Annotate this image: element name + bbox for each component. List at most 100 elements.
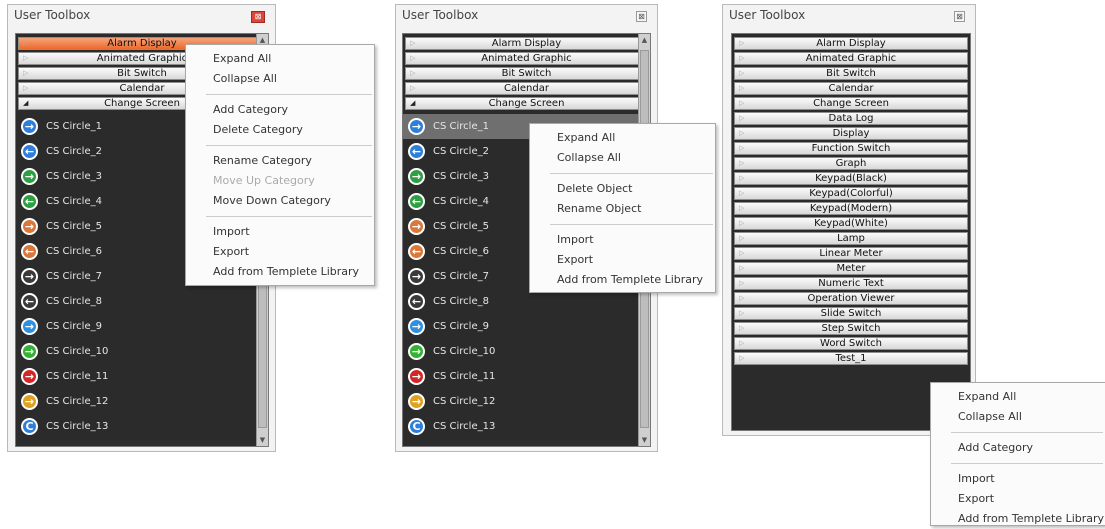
category-label: Change Screen bbox=[488, 98, 565, 109]
object-item[interactable]: → CS Circle_11 bbox=[16, 364, 268, 389]
menu-item-rename-category[interactable]: Rename Category bbox=[186, 151, 374, 171]
category-numeric-text[interactable]: ▷ Numeric Text bbox=[734, 277, 968, 290]
scroll-down-icon[interactable]: ▼ bbox=[639, 436, 650, 444]
category-animated-graphic[interactable]: ▷ Animated Graphic bbox=[405, 52, 648, 65]
menu-item-export[interactable]: Export bbox=[931, 489, 1105, 509]
category-label: Change Screen bbox=[813, 98, 889, 109]
circle-arrow-icon: → bbox=[408, 168, 425, 185]
category-display[interactable]: ▷ Display bbox=[734, 127, 968, 140]
category-operation-viewer[interactable]: ▷ Operation Viewer bbox=[734, 292, 968, 305]
category-graph[interactable]: ▷ Graph bbox=[734, 157, 968, 170]
menu-item-add-category[interactable]: Add Category bbox=[931, 438, 1105, 458]
category-data-log[interactable]: ▷ Data Log bbox=[734, 112, 968, 125]
category-animated-graphic[interactable]: ▷ Animated Graphic bbox=[734, 52, 968, 65]
category-label: Bit Switch bbox=[117, 68, 167, 79]
category-change-screen[interactable]: ▷ Change Screen bbox=[734, 97, 968, 110]
category-meter[interactable]: ▷ Meter bbox=[734, 262, 968, 275]
category-step-switch[interactable]: ▷ Step Switch bbox=[734, 322, 968, 335]
menu-item-export[interactable]: Export bbox=[186, 242, 374, 262]
context-menu-object: Expand All Collapse All Delete Object Renam… bbox=[529, 123, 716, 293]
menu-item-import[interactable]: Import bbox=[186, 222, 374, 242]
object-label: CS Circle_11 bbox=[433, 371, 496, 382]
menu-item-add-category[interactable]: Add Category bbox=[186, 100, 374, 120]
object-label: CS Circle_13 bbox=[46, 421, 109, 432]
circle-arrow-icon: → bbox=[21, 118, 38, 135]
object-item[interactable]: C CS Circle_13 bbox=[403, 414, 650, 439]
object-label: CS Circle_7 bbox=[433, 271, 489, 282]
category-label: Keypad(Black) bbox=[815, 173, 887, 184]
menu-item-move-down-category[interactable]: Move Down Category bbox=[186, 191, 374, 211]
menu-item-collapse-all[interactable]: Collapse All bbox=[530, 148, 715, 168]
category-slide-switch[interactable]: ▷ Slide Switch bbox=[734, 307, 968, 320]
category-bit-switch[interactable]: ▷ Bit Switch bbox=[734, 67, 968, 80]
circle-arrow-icon: ← bbox=[21, 193, 38, 210]
object-item[interactable]: → CS Circle_9 bbox=[403, 314, 650, 339]
object-item[interactable]: → CS Circle_12 bbox=[16, 389, 268, 414]
object-label: CS Circle_2 bbox=[46, 146, 102, 157]
scroll-up-icon[interactable]: ▲ bbox=[639, 36, 650, 44]
context-menu-toolbox: Expand All Collapse All Add Category Import… bbox=[930, 382, 1105, 526]
category-keypad-colorful[interactable]: ▷ Keypad(Colorful) bbox=[734, 187, 968, 200]
menu-item-expand-all[interactable]: Expand All bbox=[186, 49, 374, 69]
collapsed-arrow-icon: ▷ bbox=[23, 39, 29, 47]
close-icon[interactable]: ⊠ bbox=[954, 11, 965, 22]
object-item[interactable]: C CS Circle_13 bbox=[16, 414, 268, 439]
expanded-arrow-icon: ◢ bbox=[23, 99, 29, 107]
menu-item-expand-all[interactable]: Expand All bbox=[931, 387, 1105, 407]
category-label: Bit Switch bbox=[826, 68, 876, 79]
object-label: CS Circle_3 bbox=[433, 171, 489, 182]
category-alarm-display[interactable]: ▷ Alarm Display bbox=[405, 37, 648, 50]
menu-item-collapse-all[interactable]: Collapse All bbox=[931, 407, 1105, 427]
menu-item-delete-category[interactable]: Delete Category bbox=[186, 120, 374, 140]
menu-item-import[interactable]: Import bbox=[530, 230, 715, 250]
category-lamp[interactable]: ▷ Lamp bbox=[734, 232, 968, 245]
menu-item-add-from-templete-library[interactable]: Add from Templete Library bbox=[530, 270, 715, 290]
circle-arrow-icon: → bbox=[408, 343, 425, 360]
category-alarm-display[interactable]: ▷ Alarm Display bbox=[734, 37, 968, 50]
menu-item-add-from-templete-library[interactable]: Add from Templete Library bbox=[931, 509, 1105, 529]
object-item[interactable]: → CS Circle_9 bbox=[16, 314, 268, 339]
close-icon[interactable]: ⊠ bbox=[636, 11, 647, 22]
category-keypad-black[interactable]: ▷ Keypad(Black) bbox=[734, 172, 968, 185]
category-keypad-modern[interactable]: ▷ Keypad(Modern) bbox=[734, 202, 968, 215]
category-change-screen[interactable]: ◢ Change Screen bbox=[405, 97, 648, 110]
category-word-switch[interactable]: ▷ Word Switch bbox=[734, 337, 968, 350]
category-calendar[interactable]: ▷ Calendar bbox=[405, 82, 648, 95]
collapsed-arrow-icon: ▷ bbox=[739, 294, 745, 302]
category-keypad-white[interactable]: ▷ Keypad(White) bbox=[734, 217, 968, 230]
menu-item-expand-all[interactable]: Expand All bbox=[530, 128, 715, 148]
category-linear-meter[interactable]: ▷ Linear Meter bbox=[734, 247, 968, 260]
category-calendar[interactable]: ▷ Calendar bbox=[734, 82, 968, 95]
object-item[interactable]: → CS Circle_10 bbox=[16, 339, 268, 364]
menu-item-delete-object[interactable]: Delete Object bbox=[530, 179, 715, 199]
category-test-1[interactable]: ▷ Test_1 bbox=[734, 352, 968, 365]
object-item[interactable]: → CS Circle_11 bbox=[403, 364, 650, 389]
collapsed-arrow-icon: ▷ bbox=[23, 54, 29, 62]
circle-arrow-icon: ← bbox=[21, 293, 38, 310]
object-item[interactable]: → CS Circle_12 bbox=[403, 389, 650, 414]
collapsed-arrow-icon: ▷ bbox=[739, 69, 745, 77]
collapsed-arrow-icon: ▷ bbox=[739, 204, 745, 212]
menu-item-collapse-all[interactable]: Collapse All bbox=[186, 69, 374, 89]
category-label: Numeric Text bbox=[818, 278, 884, 289]
category-label: Slide Switch bbox=[820, 308, 882, 319]
collapsed-arrow-icon: ▷ bbox=[739, 339, 745, 347]
circle-arrow-icon: → bbox=[21, 393, 38, 410]
category-label: Alarm Display bbox=[491, 38, 562, 49]
close-icon[interactable]: ⊠ bbox=[251, 11, 265, 23]
menu-item-export[interactable]: Export bbox=[530, 250, 715, 270]
object-item[interactable]: ← CS Circle_8 bbox=[16, 289, 268, 314]
menu-item-add-from-templete-library[interactable]: Add from Templete Library bbox=[186, 262, 374, 282]
scroll-up-icon[interactable]: ▲ bbox=[257, 36, 268, 44]
object-label: CS Circle_5 bbox=[46, 221, 102, 232]
menu-item-rename-object[interactable]: Rename Object bbox=[530, 199, 715, 219]
category-bit-switch[interactable]: ▷ Bit Switch bbox=[405, 67, 648, 80]
collapsed-arrow-icon: ▷ bbox=[739, 354, 745, 362]
object-label: CS Circle_4 bbox=[46, 196, 102, 207]
object-item[interactable]: → CS Circle_10 bbox=[403, 339, 650, 364]
collapsed-arrow-icon: ▷ bbox=[739, 99, 745, 107]
category-function-switch[interactable]: ▷ Function Switch bbox=[734, 142, 968, 155]
menu-item-import[interactable]: Import bbox=[931, 469, 1105, 489]
scroll-down-icon[interactable]: ▼ bbox=[257, 436, 268, 444]
category-label: Bit Switch bbox=[501, 68, 552, 79]
